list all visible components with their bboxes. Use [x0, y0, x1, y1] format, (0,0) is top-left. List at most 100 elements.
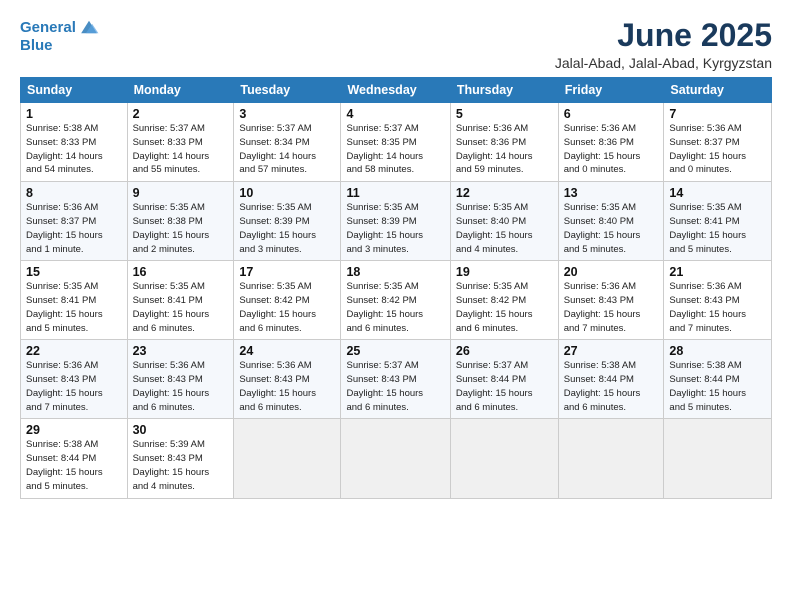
day-detail: Sunrise: 5:36 AM Sunset: 8:43 PM Dayligh…	[669, 280, 766, 335]
calendar-cell: 4Sunrise: 5:37 AM Sunset: 8:35 PM Daylig…	[341, 103, 450, 182]
day-number: 22	[26, 344, 122, 358]
calendar-cell	[558, 419, 664, 498]
day-number: 21	[669, 265, 766, 279]
day-detail: Sunrise: 5:35 AM Sunset: 8:40 PM Dayligh…	[456, 201, 553, 256]
weekday-header: Tuesday	[234, 78, 341, 103]
calendar-cell: 8Sunrise: 5:36 AM Sunset: 8:37 PM Daylig…	[21, 182, 128, 261]
day-number: 27	[564, 344, 659, 358]
calendar-cell: 21Sunrise: 5:36 AM Sunset: 8:43 PM Dayli…	[664, 261, 772, 340]
day-number: 4	[346, 107, 444, 121]
calendar-cell: 1Sunrise: 5:38 AM Sunset: 8:33 PM Daylig…	[21, 103, 128, 182]
day-number: 13	[564, 186, 659, 200]
day-detail: Sunrise: 5:35 AM Sunset: 8:41 PM Dayligh…	[26, 280, 122, 335]
calendar-cell: 5Sunrise: 5:36 AM Sunset: 8:36 PM Daylig…	[450, 103, 558, 182]
logo: General Blue	[20, 18, 100, 55]
calendar-cell: 9Sunrise: 5:35 AM Sunset: 8:38 PM Daylig…	[127, 182, 234, 261]
day-number: 23	[133, 344, 229, 358]
day-detail: Sunrise: 5:36 AM Sunset: 8:37 PM Dayligh…	[26, 201, 122, 256]
calendar-week-row: 29Sunrise: 5:38 AM Sunset: 8:44 PM Dayli…	[21, 419, 772, 498]
day-detail: Sunrise: 5:35 AM Sunset: 8:42 PM Dayligh…	[239, 280, 335, 335]
day-detail: Sunrise: 5:36 AM Sunset: 8:43 PM Dayligh…	[133, 359, 229, 414]
day-detail: Sunrise: 5:38 AM Sunset: 8:33 PM Dayligh…	[26, 122, 122, 177]
day-number: 11	[346, 186, 444, 200]
calendar-cell: 11Sunrise: 5:35 AM Sunset: 8:39 PM Dayli…	[341, 182, 450, 261]
calendar-cell	[450, 419, 558, 498]
title-block: June 2025 Jalal-Abad, Jalal-Abad, Kyrgyz…	[555, 18, 772, 71]
calendar-cell: 25Sunrise: 5:37 AM Sunset: 8:43 PM Dayli…	[341, 340, 450, 419]
calendar-cell: 23Sunrise: 5:36 AM Sunset: 8:43 PM Dayli…	[127, 340, 234, 419]
calendar-cell: 30Sunrise: 5:39 AM Sunset: 8:43 PM Dayli…	[127, 419, 234, 498]
day-number: 24	[239, 344, 335, 358]
day-detail: Sunrise: 5:35 AM Sunset: 8:41 PM Dayligh…	[133, 280, 229, 335]
day-detail: Sunrise: 5:36 AM Sunset: 8:43 PM Dayligh…	[239, 359, 335, 414]
day-detail: Sunrise: 5:36 AM Sunset: 8:37 PM Dayligh…	[669, 122, 766, 177]
month-title: June 2025	[555, 18, 772, 53]
logo-blue: Blue	[20, 38, 100, 55]
calendar-cell	[234, 419, 341, 498]
day-detail: Sunrise: 5:39 AM Sunset: 8:43 PM Dayligh…	[133, 438, 229, 493]
day-number: 12	[456, 186, 553, 200]
calendar-cell	[664, 419, 772, 498]
calendar-cell: 13Sunrise: 5:35 AM Sunset: 8:40 PM Dayli…	[558, 182, 664, 261]
calendar-cell: 26Sunrise: 5:37 AM Sunset: 8:44 PM Dayli…	[450, 340, 558, 419]
calendar-header-row: SundayMondayTuesdayWednesdayThursdayFrid…	[21, 78, 772, 103]
day-number: 5	[456, 107, 553, 121]
day-detail: Sunrise: 5:37 AM Sunset: 8:33 PM Dayligh…	[133, 122, 229, 177]
day-number: 25	[346, 344, 444, 358]
calendar-cell: 12Sunrise: 5:35 AM Sunset: 8:40 PM Dayli…	[450, 182, 558, 261]
day-number: 26	[456, 344, 553, 358]
calendar-cell: 6Sunrise: 5:36 AM Sunset: 8:36 PM Daylig…	[558, 103, 664, 182]
day-number: 18	[346, 265, 444, 279]
calendar-cell: 2Sunrise: 5:37 AM Sunset: 8:33 PM Daylig…	[127, 103, 234, 182]
day-detail: Sunrise: 5:35 AM Sunset: 8:40 PM Dayligh…	[564, 201, 659, 256]
calendar-cell: 7Sunrise: 5:36 AM Sunset: 8:37 PM Daylig…	[664, 103, 772, 182]
day-number: 3	[239, 107, 335, 121]
day-number: 17	[239, 265, 335, 279]
day-detail: Sunrise: 5:36 AM Sunset: 8:36 PM Dayligh…	[564, 122, 659, 177]
calendar-cell: 16Sunrise: 5:35 AM Sunset: 8:41 PM Dayli…	[127, 261, 234, 340]
day-number: 30	[133, 423, 229, 437]
day-detail: Sunrise: 5:37 AM Sunset: 8:34 PM Dayligh…	[239, 122, 335, 177]
day-detail: Sunrise: 5:35 AM Sunset: 8:41 PM Dayligh…	[669, 201, 766, 256]
calendar-cell: 28Sunrise: 5:38 AM Sunset: 8:44 PM Dayli…	[664, 340, 772, 419]
day-detail: Sunrise: 5:37 AM Sunset: 8:43 PM Dayligh…	[346, 359, 444, 414]
weekday-header: Sunday	[21, 78, 128, 103]
day-number: 10	[239, 186, 335, 200]
day-number: 15	[26, 265, 122, 279]
day-detail: Sunrise: 5:38 AM Sunset: 8:44 PM Dayligh…	[564, 359, 659, 414]
day-number: 20	[564, 265, 659, 279]
day-number: 14	[669, 186, 766, 200]
day-detail: Sunrise: 5:37 AM Sunset: 8:35 PM Dayligh…	[346, 122, 444, 177]
day-number: 7	[669, 107, 766, 121]
calendar-cell: 24Sunrise: 5:36 AM Sunset: 8:43 PM Dayli…	[234, 340, 341, 419]
calendar-cell: 17Sunrise: 5:35 AM Sunset: 8:42 PM Dayli…	[234, 261, 341, 340]
calendar-week-row: 22Sunrise: 5:36 AM Sunset: 8:43 PM Dayli…	[21, 340, 772, 419]
day-detail: Sunrise: 5:35 AM Sunset: 8:39 PM Dayligh…	[346, 201, 444, 256]
day-number: 28	[669, 344, 766, 358]
header: General Blue June 2025 Jalal-Abad, Jalal…	[20, 18, 772, 71]
weekday-header: Friday	[558, 78, 664, 103]
calendar-cell: 15Sunrise: 5:35 AM Sunset: 8:41 PM Dayli…	[21, 261, 128, 340]
weekday-header: Wednesday	[341, 78, 450, 103]
calendar-cell: 29Sunrise: 5:38 AM Sunset: 8:44 PM Dayli…	[21, 419, 128, 498]
day-detail: Sunrise: 5:36 AM Sunset: 8:36 PM Dayligh…	[456, 122, 553, 177]
weekday-header: Thursday	[450, 78, 558, 103]
logo-text: General	[20, 20, 76, 37]
calendar-cell: 14Sunrise: 5:35 AM Sunset: 8:41 PM Dayli…	[664, 182, 772, 261]
day-number: 6	[564, 107, 659, 121]
weekday-header: Saturday	[664, 78, 772, 103]
day-detail: Sunrise: 5:35 AM Sunset: 8:42 PM Dayligh…	[456, 280, 553, 335]
day-detail: Sunrise: 5:37 AM Sunset: 8:44 PM Dayligh…	[456, 359, 553, 414]
logo-icon	[78, 16, 100, 38]
calendar-week-row: 8Sunrise: 5:36 AM Sunset: 8:37 PM Daylig…	[21, 182, 772, 261]
day-number: 9	[133, 186, 229, 200]
day-detail: Sunrise: 5:35 AM Sunset: 8:38 PM Dayligh…	[133, 201, 229, 256]
calendar-cell: 3Sunrise: 5:37 AM Sunset: 8:34 PM Daylig…	[234, 103, 341, 182]
calendar-week-row: 15Sunrise: 5:35 AM Sunset: 8:41 PM Dayli…	[21, 261, 772, 340]
day-number: 16	[133, 265, 229, 279]
day-number: 2	[133, 107, 229, 121]
calendar-cell: 27Sunrise: 5:38 AM Sunset: 8:44 PM Dayli…	[558, 340, 664, 419]
day-detail: Sunrise: 5:38 AM Sunset: 8:44 PM Dayligh…	[26, 438, 122, 493]
day-detail: Sunrise: 5:36 AM Sunset: 8:43 PM Dayligh…	[26, 359, 122, 414]
calendar-cell: 18Sunrise: 5:35 AM Sunset: 8:42 PM Dayli…	[341, 261, 450, 340]
